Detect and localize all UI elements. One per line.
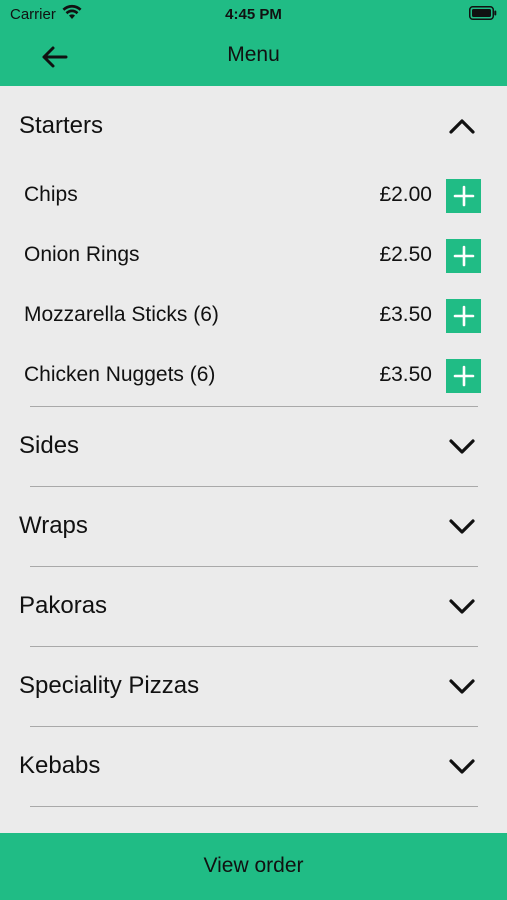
chevron-down-icon [449,439,475,454]
section-title: Wraps [19,512,88,539]
section-header-wraps[interactable]: Wraps [0,486,507,566]
chevron-down-icon [449,679,475,694]
item-price: £3.50 [379,303,432,326]
item-name: Chips [24,183,78,206]
add-item-button[interactable] [446,299,481,333]
section-header-starters[interactable]: Starters [0,86,507,166]
plus-icon [453,185,474,207]
item-price: £2.50 [379,243,432,266]
chevron-up-icon [449,119,475,134]
item-price: £3.50 [379,363,432,386]
section-title: Pakoras [19,592,108,619]
add-item-button[interactable] [446,359,481,393]
top-bar: Carrier 4:45 PM Menu [0,0,507,86]
add-item-button[interactable] [446,179,481,213]
nav-bar: Menu [0,28,507,86]
section-title: Kebabs [19,752,101,779]
section-title: Starters [19,112,104,139]
battery-icon [469,6,497,24]
menu-item-row: Chicken Nuggets (6) £3.50 [0,346,507,406]
item-name: Chicken Nuggets (6) [24,363,216,386]
plus-icon [453,245,474,267]
section-header-kebabs[interactable]: Kebabs [0,726,507,806]
menu-item-row: Onion Rings £2.50 [0,226,507,286]
item-price: £2.00 [379,183,432,206]
plus-icon [453,305,474,327]
view-order-button[interactable]: View order [0,833,507,900]
section-title: Sides [19,432,80,459]
view-order-label: View order [203,854,304,877]
add-item-button[interactable] [446,239,481,273]
plus-icon [453,365,474,387]
chevron-down-icon [449,599,475,614]
divider [30,806,478,807]
page-title: Menu [227,43,280,66]
chevron-down-icon [449,519,475,534]
item-name: Mozzarella Sticks (6) [24,303,219,326]
status-time: 4:45 PM [225,6,282,23]
section-header-pakoras[interactable]: Pakoras [0,566,507,646]
section-header-sides[interactable]: Sides [0,406,507,486]
status-bar: Carrier 4:45 PM [0,0,507,28]
chevron-down-icon [449,759,475,774]
section-header-speciality-pizzas[interactable]: Speciality Pizzas [0,646,507,726]
section-title: Speciality Pizzas [19,672,200,699]
item-name: Onion Rings [24,243,140,266]
menu-item-row: Mozzarella Sticks (6) £3.50 [0,286,507,346]
menu-item-row: Chips £2.00 [0,166,507,226]
